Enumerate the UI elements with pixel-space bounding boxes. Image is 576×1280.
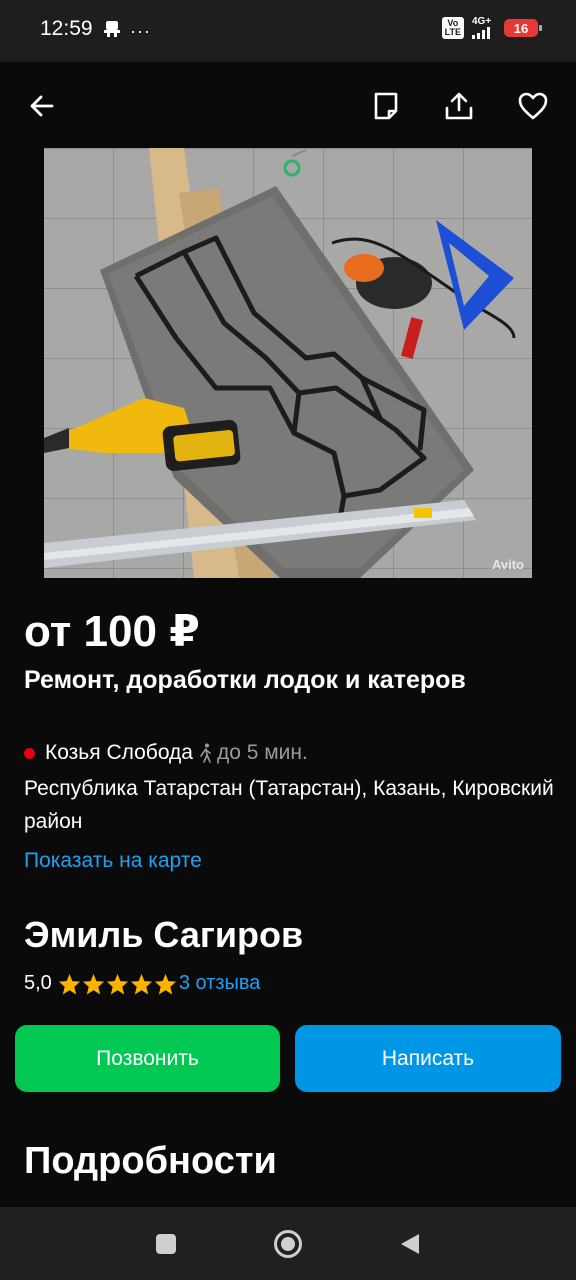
seller-name[interactable]: Эмиль Сагиров <box>24 914 303 956</box>
system-nav-bar <box>0 1207 576 1280</box>
walking-icon <box>200 743 211 763</box>
metro-station-name: Козья Слобода <box>45 741 193 764</box>
seller-rating: 5,0 3 отзыва <box>24 972 260 995</box>
heart-icon <box>518 92 548 120</box>
note-icon <box>374 92 398 120</box>
status-time: 12:59 <box>40 17 93 40</box>
call-button[interactable]: Позвонить <box>15 1025 280 1092</box>
avito-watermark: Avito <box>491 557 524 572</box>
price: от 100 ₽ <box>24 607 200 656</box>
notification-icon <box>104 20 120 43</box>
listing-title: Ремонт, доработки лодок и катеров <box>24 666 466 694</box>
rating-value: 5,0 <box>24 972 52 994</box>
square-icon <box>156 1234 176 1254</box>
triangle-back-icon <box>401 1234 419 1254</box>
metro-line-icon <box>24 747 35 759</box>
photo-illustration <box>44 148 532 578</box>
show-on-map-link[interactable]: Показать на карте <box>24 849 202 873</box>
more-notifications-icon: ··· <box>130 21 151 41</box>
note-button[interactable] <box>364 84 408 128</box>
walk-time: до 5 мин. <box>216 741 308 764</box>
network-type: 4G+ <box>472 16 492 27</box>
reviews-link[interactable]: 3 отзыва <box>179 972 261 995</box>
home-circle-icon <box>274 1230 302 1258</box>
star-icon <box>154 973 176 995</box>
battery-icon: 16 <box>504 19 542 37</box>
signal-icon <box>472 27 490 39</box>
arrow-left-icon <box>30 95 54 117</box>
home-button[interactable] <box>273 1229 303 1259</box>
star-icon <box>82 973 104 995</box>
star-icon <box>130 973 152 995</box>
listing-photo[interactable]: Avito <box>44 148 532 578</box>
address: Республика Татарстан (Татарстан), Казань… <box>24 777 554 833</box>
message-button[interactable]: Написать <box>295 1025 561 1092</box>
back-nav-button[interactable] <box>395 1229 425 1259</box>
details-heading: Подробности <box>24 1140 277 1182</box>
rating-stars <box>58 973 177 995</box>
volte-icon: Vo LTE <box>441 17 464 39</box>
share-button[interactable] <box>437 84 481 128</box>
favorite-button[interactable] <box>511 84 555 128</box>
star-icon <box>58 973 80 995</box>
top-app-bar <box>0 62 576 148</box>
metro-station: Козья Слобода до 5 мин. <box>24 741 308 765</box>
share-icon <box>445 92 473 120</box>
back-button[interactable] <box>20 84 64 128</box>
recents-button[interactable] <box>151 1229 181 1259</box>
status-bar: 12:59 ··· Vo LTE 4G+ 16 <box>0 0 576 62</box>
star-icon <box>106 973 128 995</box>
